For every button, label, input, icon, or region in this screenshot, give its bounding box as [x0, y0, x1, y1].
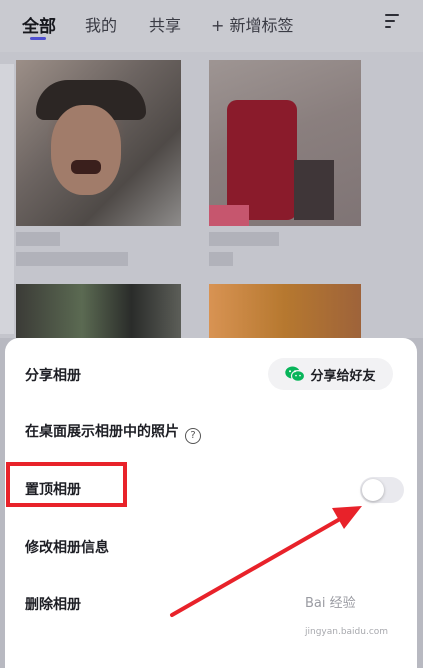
album-thumbnail[interactable] — [209, 60, 361, 226]
tab-mine[interactable]: 我的 — [85, 12, 117, 36]
delete-album-item[interactable]: 删除相册 — [25, 595, 81, 615]
share-album-label: 分享相册 — [25, 368, 81, 384]
share-to-friends-label: 分享给好友 — [310, 368, 376, 384]
tab-add-label[interactable]: + 新增标签 — [211, 12, 294, 36]
tab-bar: 全部 我的 共享 + 新增标签 — [0, 0, 423, 52]
watermark-url: jingyan.baidu.com — [305, 627, 389, 637]
help-icon[interactable]: ? — [185, 428, 201, 444]
album-thumbnail[interactable] — [209, 284, 361, 338]
annotation-highlight-box — [6, 462, 127, 507]
album-caption-placeholder — [209, 232, 279, 246]
share-to-friends-button[interactable]: 分享给好友 — [268, 358, 393, 390]
album-caption-placeholder — [209, 252, 233, 266]
baidu-jingyan-watermark: Bai 经验 jingyan.baidu.com — [305, 596, 405, 640]
show-on-desktop-item[interactable]: 在桌面展示相册中的照片? — [25, 422, 201, 444]
edit-album-info-item[interactable]: 修改相册信息 — [25, 538, 109, 558]
album-grid — [0, 52, 423, 338]
watermark-brand: Bai 经验 — [305, 596, 356, 611]
show-on-desktop-label: 在桌面展示相册中的照片 — [25, 424, 179, 440]
toggle-knob — [362, 479, 384, 501]
sort-menu-icon[interactable] — [385, 14, 401, 28]
wechat-icon — [285, 366, 306, 382]
active-tab-indicator — [30, 37, 46, 40]
tab-all[interactable]: 全部 — [22, 12, 56, 37]
album-thumbnail[interactable] — [16, 284, 181, 338]
album-thumbnail[interactable] — [16, 60, 181, 226]
scroll-edge — [0, 64, 14, 334]
album-caption-placeholder — [16, 252, 128, 266]
pin-album-toggle[interactable] — [360, 477, 404, 503]
album-caption-placeholder — [16, 232, 60, 246]
tab-shared[interactable]: 共享 — [149, 12, 181, 36]
